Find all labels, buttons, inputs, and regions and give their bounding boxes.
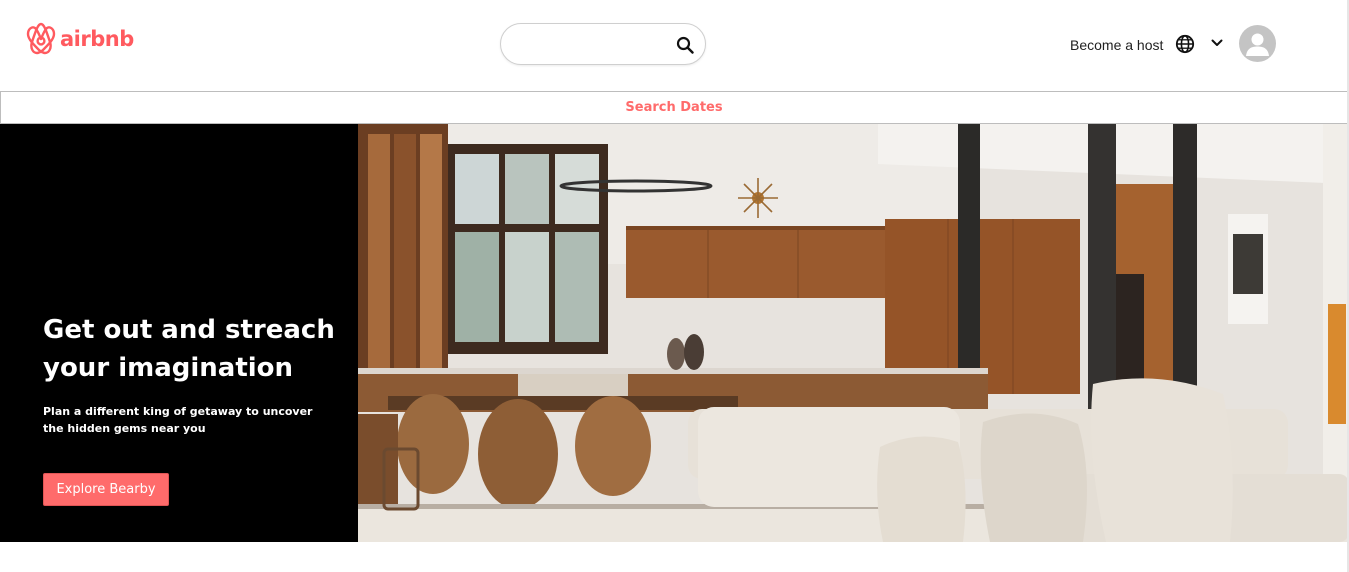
search-box[interactable] [500,23,706,65]
explore-nearby-button[interactable]: Explore Bearby [43,473,169,506]
hero-interior-image [358,124,1349,542]
top-header: airbnb Become a host [0,0,1349,90]
interior-photo [358,124,1349,542]
page-bottom [0,542,1349,572]
search-dates-bar: Search Dates [0,91,1348,124]
search-icon[interactable] [676,36,694,54]
user-avatar-icon[interactable] [1239,25,1276,62]
logo-text: airbnb [60,27,134,51]
hero-section: Get out and streach your imagination Pla… [0,124,1349,542]
search-input[interactable] [517,34,667,56]
person-silhouette-icon [1246,33,1269,56]
chevron-down-icon[interactable] [1211,38,1223,48]
airbnb-logo-icon [26,22,56,55]
hero-text-panel: Get out and streach your imagination Pla… [0,124,358,542]
hero-title: Get out and streach your imagination [43,315,335,383]
become-host-link[interactable]: Become a host [1070,37,1163,53]
airbnb-logo[interactable]: airbnb [25,22,134,56]
hero-subtitle: Plan a different king of getaway to unco… [43,405,313,435]
globe-icon[interactable] [1175,34,1195,54]
search-dates-button[interactable]: Search Dates [625,100,722,115]
